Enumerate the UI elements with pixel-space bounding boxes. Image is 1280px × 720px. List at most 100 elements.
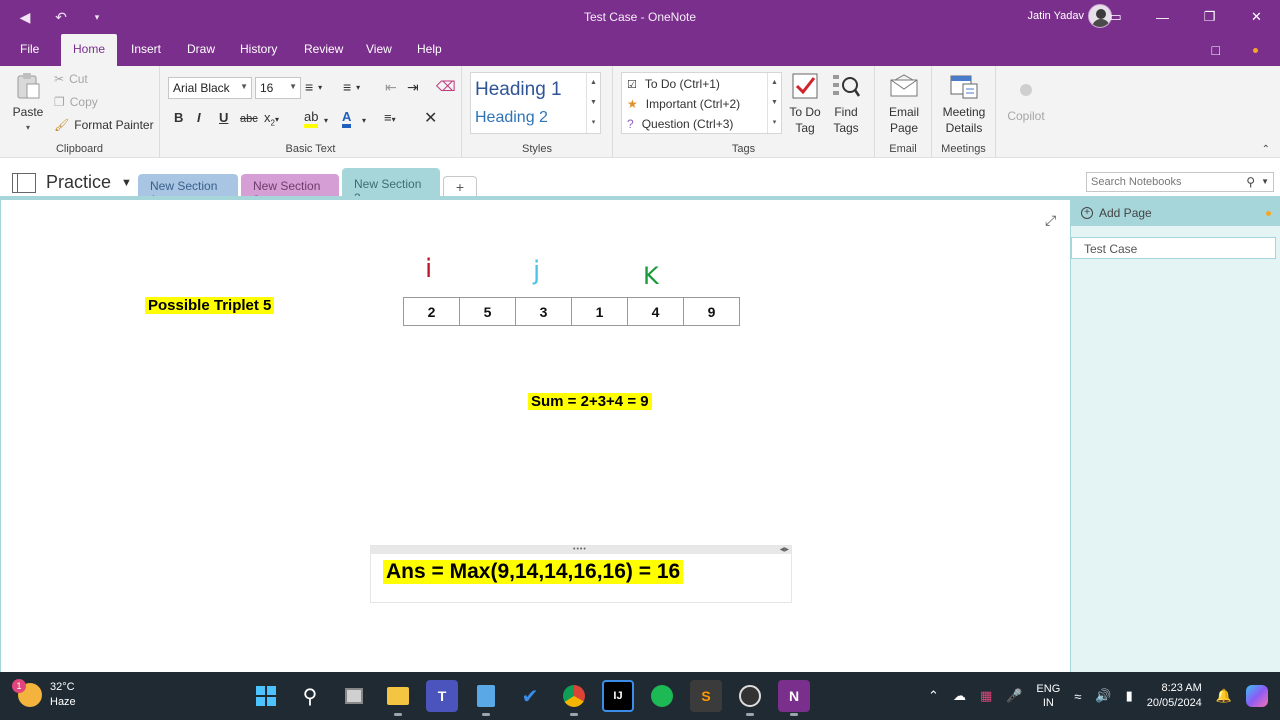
array-cell[interactable]: 1	[571, 297, 628, 326]
array-cell[interactable]: 9	[683, 297, 740, 326]
format-painter-button[interactable]: 🖌 Format Painter	[54, 118, 154, 132]
cloud-icon[interactable]: ☁	[953, 688, 966, 704]
obs-icon[interactable]	[734, 680, 766, 716]
bell-icon[interactable]: 🔔	[1216, 688, 1232, 704]
search-icon[interactable]: ⚲	[1246, 175, 1255, 189]
pointer-i[interactable]: i	[425, 254, 432, 284]
section-tab-3[interactable]: New Section 3	[342, 168, 440, 205]
battery-icon[interactable]: ▮	[1126, 688, 1133, 704]
paragraph-alignment-icon[interactable]: ≡▾	[384, 110, 396, 125]
triplet-label[interactable]: Possible Triplet 5	[145, 297, 275, 314]
delete-icon[interactable]: ✕	[424, 108, 437, 128]
sum-text[interactable]: Sum = 2+3+4 = 9	[528, 393, 652, 410]
close-icon[interactable]: ✕	[1233, 0, 1280, 34]
language-indicator[interactable]: ENG IN	[1036, 682, 1060, 710]
array-cell[interactable]: 4	[627, 297, 684, 326]
tab-view[interactable]: View	[366, 42, 392, 56]
resize-icon[interactable]: ◀▶	[780, 546, 789, 554]
collapse-ribbon-icon[interactable]: ⌃	[1262, 144, 1270, 155]
tab-file[interactable]: File	[20, 42, 39, 56]
numbering-icon[interactable]: ≡ ▾	[343, 79, 360, 95]
notepad-icon[interactable]	[470, 680, 502, 716]
heading-1-style[interactable]: Heading 1	[475, 79, 562, 101]
pointer-j[interactable]: j	[533, 256, 540, 286]
tab-review[interactable]: Review	[304, 42, 343, 56]
subscript-icon[interactable]: x2▾	[264, 110, 279, 128]
comments-icon[interactable]: □	[1212, 42, 1220, 58]
chevron-up-icon[interactable]: ⌃	[928, 688, 939, 704]
array-cell[interactable]: 5	[459, 297, 516, 326]
microphone-icon[interactable]: 🎤	[1006, 688, 1022, 704]
clock[interactable]: 8:23 AM 20/05/2024	[1147, 681, 1202, 711]
font-color-icon[interactable]: A	[342, 110, 352, 128]
highlight-icon[interactable]: ab	[304, 110, 319, 128]
task-view-icon[interactable]	[338, 680, 370, 712]
intellij-icon[interactable]: IJ	[602, 680, 634, 712]
tab-draw[interactable]: Draw	[187, 42, 215, 56]
tags-scroll[interactable]: ▲ ▼ ▾	[767, 73, 781, 133]
font-name-select[interactable]: Arial Black ▼	[168, 77, 252, 99]
decrease-indent-icon[interactable]: ⇤	[385, 79, 397, 96]
chrome-icon[interactable]	[558, 680, 590, 716]
email-page-button[interactable]: Email Page	[885, 72, 923, 136]
chevron-down-icon[interactable]: ▼	[1261, 177, 1269, 186]
tab-home[interactable]: Home	[61, 34, 118, 66]
find-tags-button[interactable]: Find Tags	[828, 72, 864, 136]
section-tab-2[interactable]: New Section 2	[241, 174, 339, 207]
chevron-down-icon[interactable]: ▾	[324, 116, 328, 125]
tag-important[interactable]: ★ Important (Ctrl+2)	[627, 97, 740, 111]
strikethrough-icon[interactable]: abc	[240, 113, 258, 125]
chevron-down-icon[interactable]: ▾	[362, 116, 366, 125]
increase-indent-icon[interactable]: ⇥	[407, 79, 419, 96]
answer-text[interactable]: Ans = Max(9,14,14,16,16) = 16	[383, 560, 684, 584]
expand-icon[interactable]: ⤢	[1045, 212, 1056, 229]
volume-icon[interactable]: 🔊	[1095, 688, 1111, 704]
calendar-badge-icon[interactable]: ▦	[980, 688, 992, 704]
teams-icon[interactable]: T	[426, 680, 458, 712]
pointer-k[interactable]: K	[643, 262, 659, 290]
user-name[interactable]: Jatin Yadav	[1028, 10, 1084, 22]
bold-icon[interactable]: B	[174, 110, 183, 125]
add-page-button[interactable]: + Add Page	[1071, 200, 1280, 226]
copilot-button[interactable]: Copilot	[1003, 76, 1049, 124]
spotify-icon[interactable]	[646, 680, 678, 712]
file-explorer-icon[interactable]	[382, 680, 414, 716]
array-cell[interactable]: 3	[515, 297, 572, 326]
array-table[interactable]: 2 5 3 1 4 9	[403, 297, 740, 326]
meeting-details-button[interactable]: Meeting Details	[938, 72, 990, 136]
onenote-icon[interactable]: N	[778, 680, 810, 716]
underline-icon[interactable]: U	[219, 110, 228, 125]
to-do-tag-button[interactable]: To Do Tag	[787, 72, 823, 136]
search-icon[interactable]: ⚲	[294, 680, 326, 712]
todo-icon[interactable]: ✔	[514, 680, 546, 712]
notebook-selector[interactable]: Practice ▼	[12, 172, 132, 193]
paste-button[interactable]: Paste ▾	[10, 72, 46, 136]
tab-help[interactable]: Help	[417, 42, 442, 56]
tab-history[interactable]: History	[240, 42, 277, 56]
italic-icon[interactable]: I	[197, 110, 201, 125]
minimize-icon[interactable]: —	[1139, 0, 1186, 34]
font-size-select[interactable]: 16 ▼	[255, 77, 301, 99]
array-cell[interactable]: 2	[403, 297, 460, 326]
search-notebooks-input[interactable]: Search Notebooks ⚲ ▼	[1086, 172, 1274, 192]
wifi-icon[interactable]: ≈	[1074, 689, 1081, 704]
copy-button[interactable]: ❐ Copy	[54, 95, 98, 109]
tab-insert[interactable]: Insert	[131, 42, 161, 56]
heading-2-style[interactable]: Heading 2	[475, 109, 548, 127]
windows-start-icon[interactable]	[250, 680, 282, 712]
fullscreen-icon[interactable]: ▭	[1092, 0, 1139, 34]
page-item[interactable]: Test Case	[1071, 237, 1276, 259]
page-canvas[interactable]: ⤢ Possible Triplet 5 i j K 2 5 3 1 4 9 S…	[0, 200, 1070, 672]
restore-icon[interactable]: ❐	[1186, 0, 1233, 34]
bullets-icon[interactable]: ≡ ▾	[305, 79, 322, 95]
tag-question[interactable]: ? Question (Ctrl+3)	[627, 117, 733, 131]
tag-to-do[interactable]: ☑ To Do (Ctrl+1)	[627, 77, 720, 91]
answer-container[interactable]: •••• ◀▶ Ans = Max(9,14,14,16,16) = 16	[370, 545, 792, 603]
copilot-icon[interactable]	[1246, 685, 1268, 707]
weather-widget[interactable]: 1 32°C Haze	[12, 679, 76, 710]
clear-formatting-icon[interactable]: ⌫	[436, 78, 456, 95]
sublime-icon[interactable]: S	[690, 680, 722, 712]
add-section-button[interactable]: +	[443, 176, 477, 198]
cut-button[interactable]: ✂ Cut	[54, 72, 88, 86]
section-tab-1[interactable]: New Section 1	[138, 174, 238, 207]
